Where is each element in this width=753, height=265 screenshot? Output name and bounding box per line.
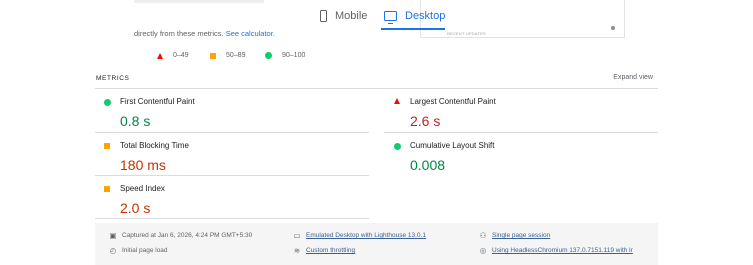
tab-desktop[interactable]: Desktop [384, 9, 446, 24]
average-square-icon [210, 52, 216, 59]
average-square-icon [104, 186, 110, 192]
phone-icon [320, 10, 327, 22]
custom-throttling-link[interactable]: Custom throttling [306, 247, 355, 254]
users-icon: ⚇ [479, 231, 487, 240]
see-calculator-link[interactable]: See calculator. [226, 29, 275, 38]
expand-view-button[interactable]: Expand view [613, 74, 653, 81]
pass-circle-icon [394, 143, 401, 150]
page-load-info: ◴ Initial page load [109, 246, 168, 255]
metric-divider [384, 132, 658, 133]
fail-triangle-icon [394, 98, 400, 104]
metric-label: Speed Index [120, 184, 165, 193]
metric-value: 0.008 [410, 157, 446, 173]
captured-at-text: Captured at Jan 6, 2026, 4:24 PM GMT+5:3… [122, 232, 253, 239]
metric-total-blocking-time: Total Blocking Time 180 ms [96, 137, 356, 177]
pass-circle-icon [104, 99, 111, 106]
emulated-device: ▭ Emulated Desktop with Lighthouse 13.0.… [293, 231, 426, 240]
legend-range-average: 50–89 [226, 52, 246, 59]
browser-version-link[interactable]: Using HeadlessChromium 137.0.7151.119 wi… [492, 247, 633, 254]
wifi-icon: ≋ [293, 246, 301, 255]
active-tab-indicator [381, 28, 445, 30]
monitor-icon [384, 11, 397, 24]
browser-icon: ◎ [479, 246, 487, 255]
metric-divider [95, 132, 369, 133]
calendar-icon: ▣ [109, 231, 117, 240]
pass-circle-icon [265, 52, 272, 59]
metric-divider [95, 218, 369, 219]
tab-mobile-label: Mobile [335, 10, 368, 22]
legend-item-fail: 0–49 [157, 52, 189, 59]
metric-label: First Contentful Paint [120, 97, 195, 106]
throttling-info: ≋ Custom throttling [293, 246, 355, 255]
metrics-heading: METRICS [96, 75, 130, 82]
browser-info: ◎ Using HeadlessChromium 137.0.7151.119 … [479, 246, 633, 255]
legend-item-average: 50–89 [210, 52, 245, 59]
metric-value: 180 ms [120, 157, 166, 173]
tab-mobile[interactable]: Mobile [320, 9, 367, 23]
metric-label: Cumulative Layout Shift [410, 141, 495, 150]
metrics-top-divider [95, 88, 658, 89]
legend-range-fail: 0–49 [173, 52, 189, 59]
metric-label: Total Blocking Time [120, 141, 189, 150]
metric-speed-index: Speed Index 2.0 s [96, 180, 356, 220]
tab-desktop-label: Desktop [405, 10, 446, 22]
average-square-icon [104, 143, 110, 149]
legend-range-pass: 90–100 [282, 52, 306, 59]
score-description: directly from these metrics. See calcula… [134, 29, 275, 38]
metric-cumulative-layout-shift: Cumulative Layout Shift 0.008 [386, 137, 646, 177]
description-text: directly from these metrics. [134, 29, 224, 38]
session-info: ⚇ Single page session [479, 231, 551, 240]
device-icon: ▭ [293, 231, 301, 240]
fail-triangle-icon [157, 52, 163, 59]
metric-label: Largest Contentful Paint [410, 97, 496, 106]
page-load-text: Initial page load [122, 247, 168, 254]
timer-icon: ◴ [109, 246, 117, 255]
emulated-device-link[interactable]: Emulated Desktop with Lighthouse 13.0.1 [306, 232, 426, 239]
metric-value: 2.6 s [410, 113, 441, 129]
metric-value: 2.0 s [120, 200, 151, 216]
legend-item-pass: 90–100 [265, 52, 305, 59]
metric-divider [95, 175, 369, 176]
single-page-session-link[interactable]: Single page session [492, 232, 550, 239]
device-tabs: Mobile Desktop [0, 0, 753, 34]
captured-at: ▣ Captured at Jan 6, 2026, 4:24 PM GMT+5… [109, 231, 252, 240]
runtime-settings-panel: ▣ Captured at Jan 6, 2026, 4:24 PM GMT+5… [95, 223, 658, 265]
metric-first-contentful-paint: First Contentful Paint 0.8 s [96, 93, 356, 133]
metric-value: 0.8 s [120, 113, 151, 129]
metric-largest-contentful-paint: Largest Contentful Paint 2.6 s [386, 93, 646, 133]
